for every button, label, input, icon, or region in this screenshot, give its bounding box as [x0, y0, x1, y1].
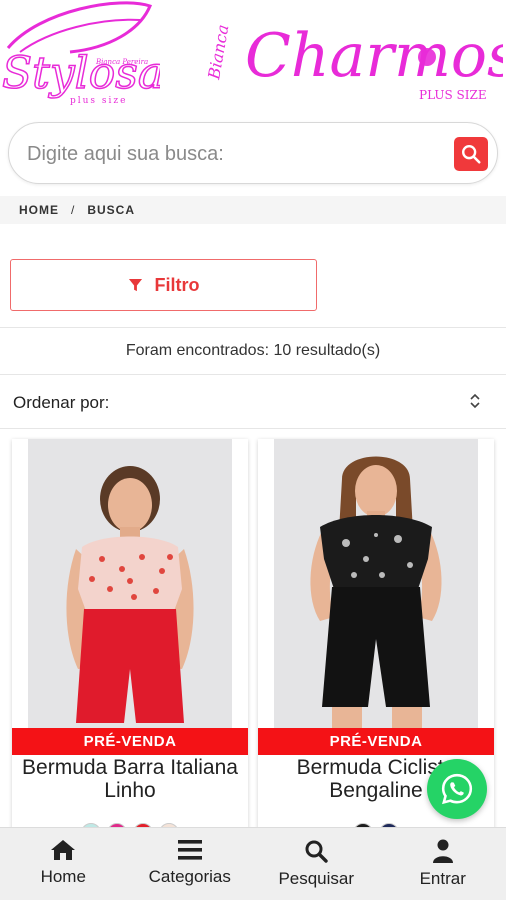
- home-icon: [51, 840, 76, 860]
- charmosa-logo-prefix: Bianca: [205, 23, 233, 82]
- charmosa-logo-sub: PLUS SIZE: [419, 88, 487, 102]
- whatsapp-icon: [441, 773, 473, 805]
- breadcrumb: HOME / BUSCA: [0, 196, 506, 224]
- stylosa-logo-sub: plus size: [70, 96, 127, 106]
- menu-icon: [177, 840, 202, 860]
- nav-item-entrar[interactable]: Entrar: [380, 828, 506, 900]
- filter-button[interactable]: Filtro: [10, 259, 317, 311]
- user-icon: [432, 839, 453, 863]
- breadcrumb-busca[interactable]: BUSCA: [87, 203, 135, 217]
- stylosa-logo-text: Stylosa: [2, 48, 160, 99]
- results-text: Foram encontrados: 10 resultado(s): [125, 342, 381, 359]
- nav-label-home: Home: [40, 867, 86, 886]
- stylosa-logo[interactable]: Stylosa Bianca Pereira plus size: [0, 0, 160, 112]
- product-name[interactable]: Bermuda Barra Italiana Linho: [12, 756, 248, 802]
- stylosa-logo-tag: Bianca Pereira: [95, 58, 148, 66]
- product-card[interactable]: PRÉ-VENDA Bermuda Barra Italiana Linho: [12, 439, 248, 839]
- nav-item-pesquisar[interactable]: Pesquisar: [253, 828, 380, 900]
- nav-item-categorias[interactable]: Categorias: [127, 828, 254, 900]
- page: Stylosa Bianca Pereira plus size Bianca …: [0, 0, 506, 900]
- sort-select[interactable]: Ordenar por:: [0, 377, 506, 429]
- pre-sale-badge: PRÉ-VENDA: [258, 728, 494, 755]
- nav-label-pesquisar: Pesquisar: [278, 869, 355, 888]
- breadcrumb-separator: /: [71, 203, 76, 217]
- search-bar: [8, 122, 498, 184]
- charmosa-logo[interactable]: Bianca Charmosa PLUS SIZE: [205, 4, 503, 109]
- nav-item-home[interactable]: Home: [0, 828, 127, 900]
- sort-label: Ordenar por:: [13, 392, 110, 412]
- breadcrumb-home[interactable]: HOME: [19, 203, 59, 217]
- search-button[interactable]: [454, 137, 488, 171]
- bottom-nav: Home Categorias Pesquisar Entrar: [0, 827, 506, 900]
- search-input[interactable]: [27, 135, 427, 173]
- product-image[interactable]: [12, 439, 248, 728]
- results-count: Foram encontrados: 10 resultado(s): [0, 327, 506, 375]
- charmosa-logo-text: Charmosa: [245, 21, 503, 91]
- pre-sale-badge: PRÉ-VENDA: [12, 728, 248, 755]
- filter-icon: [128, 278, 142, 291]
- search-icon: [462, 145, 481, 164]
- nav-label-entrar: Entrar: [419, 869, 466, 888]
- search-icon: [305, 840, 328, 863]
- filter-label: Filtro: [154, 274, 200, 295]
- chevron-updown-icon: [470, 393, 480, 409]
- nav-label-categorias: Categorias: [148, 867, 231, 886]
- whatsapp-button[interactable]: [427, 759, 487, 819]
- header: Stylosa Bianca Pereira plus size Bianca …: [0, 0, 506, 115]
- product-image[interactable]: [258, 439, 494, 728]
